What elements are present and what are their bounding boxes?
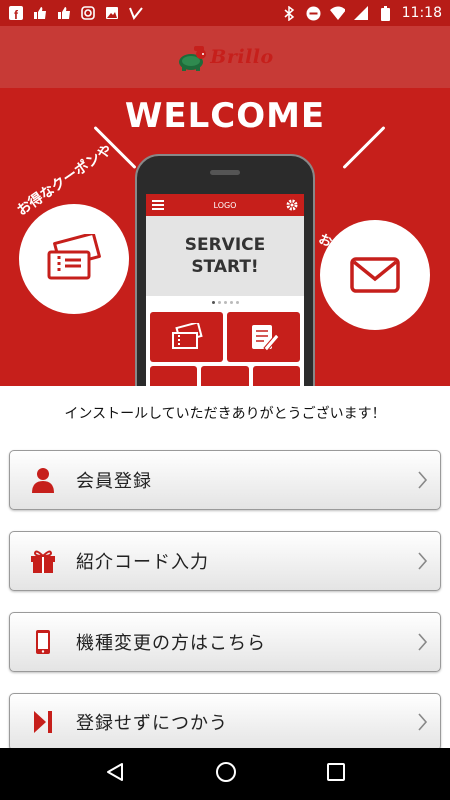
page-dot xyxy=(235,300,239,304)
envelope-icon xyxy=(350,257,400,293)
wifi-icon xyxy=(329,6,345,21)
phone-icon xyxy=(10,629,76,655)
coupon-ticket-icon xyxy=(47,234,101,280)
use-without-register-button[interactable]: 登録せずにつかう xyxy=(9,693,441,751)
mock-tile xyxy=(150,366,198,386)
instagram-icon xyxy=(80,6,95,21)
gift-icon xyxy=(10,549,76,573)
brand-logo: Brillo xyxy=(176,42,273,72)
system-nav-bar xyxy=(0,748,450,800)
person-icon xyxy=(10,467,76,493)
phone-screen: LOGO SERVICE START! xyxy=(146,194,304,386)
thumbs-up-icon xyxy=(32,6,47,21)
chevron-right-icon xyxy=(406,633,440,651)
chevron-right-icon xyxy=(406,471,440,489)
recents-icon[interactable] xyxy=(327,763,345,785)
mock-logo-text: LOGO xyxy=(213,200,237,210)
gear-icon xyxy=(286,199,298,211)
service-line2: START! xyxy=(191,257,259,277)
mock-coupon-tile xyxy=(150,312,223,362)
turtle-mascot-icon xyxy=(179,46,207,71)
hamburger-icon xyxy=(152,200,164,210)
menu-label: 会員登録 xyxy=(76,471,152,492)
page-dot xyxy=(223,300,227,304)
back-icon[interactable] xyxy=(105,762,125,786)
news-bubble xyxy=(320,220,430,330)
register-member-button[interactable]: 会員登録 xyxy=(9,450,441,510)
menu-label: 紹介コード入力 xyxy=(76,552,209,573)
mock-tile xyxy=(201,366,249,386)
service-line1: SERVICE xyxy=(184,235,266,255)
chevron-right-icon xyxy=(406,552,440,570)
page-dot xyxy=(229,300,233,304)
mock-note-tile xyxy=(227,312,300,362)
page-dot xyxy=(211,300,215,304)
home-icon[interactable] xyxy=(215,761,237,787)
facebook-icon: f xyxy=(8,6,23,21)
image-icon xyxy=(104,6,119,21)
mock-tile-row xyxy=(146,366,304,386)
bluetooth-icon xyxy=(282,5,297,21)
note-pencil-icon xyxy=(251,325,280,352)
mock-tile xyxy=(252,366,300,386)
skip-icon xyxy=(10,710,76,734)
page-dot xyxy=(217,300,221,304)
phone-speaker xyxy=(210,170,240,175)
page-dots xyxy=(146,296,304,308)
chevron-right-icon xyxy=(406,713,440,731)
mock-tile-grid xyxy=(146,308,304,366)
coupon-bubble xyxy=(19,204,129,314)
mock-app-bar: LOGO xyxy=(146,194,304,216)
welcome-hero: WELCOME お得なクーポンや お店の情報が届く! LO xyxy=(0,88,450,386)
app-header: Brillo xyxy=(0,26,450,88)
phone-mockup: LOGO SERVICE START! xyxy=(135,154,315,386)
thumbs-up-icon xyxy=(56,6,71,21)
mock-service-banner: SERVICE START! xyxy=(146,216,304,296)
battery-icon xyxy=(378,5,393,21)
coupon-ticket-icon xyxy=(171,323,203,349)
device-change-button[interactable]: 機種変更の方はこちら xyxy=(9,612,441,672)
referral-code-button[interactable]: 紹介コード入力 xyxy=(9,531,441,591)
do-not-disturb-icon xyxy=(306,6,321,21)
signal-icon xyxy=(354,6,369,21)
menu-label: 登録せずにつかう xyxy=(76,713,228,734)
vine-icon xyxy=(128,6,143,21)
status-bar: f 11:18 xyxy=(0,0,450,26)
menu-label: 機種変更の方はこちら xyxy=(76,633,266,654)
thanks-message: インストールしていただきありがとうございます！ xyxy=(64,406,386,422)
brand-logo-text: Brillo xyxy=(210,46,274,68)
status-time: 11:18 xyxy=(401,5,442,21)
